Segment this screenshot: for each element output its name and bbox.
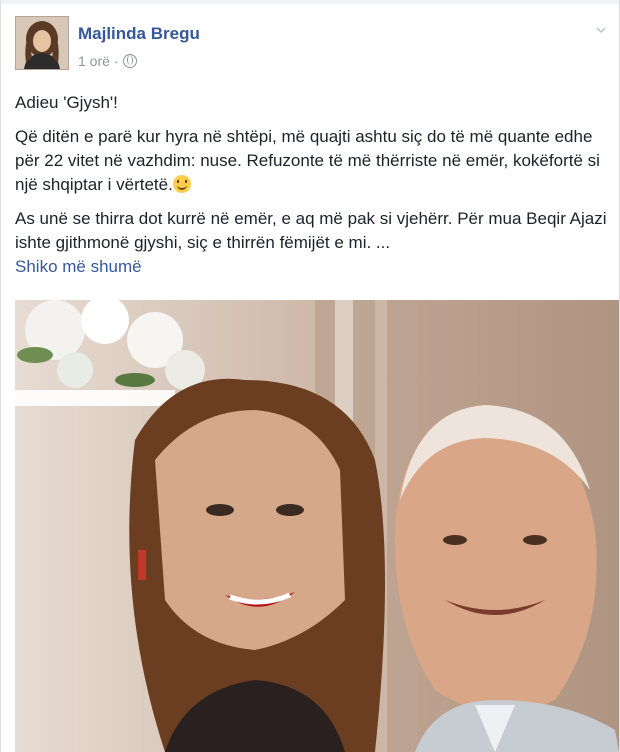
avatar-image	[16, 17, 68, 69]
smile-emoji-icon	[172, 175, 191, 193]
post-card: Majlinda Bregu 1 orë · Adieu 'Gjysh'! Që…	[0, 0, 620, 752]
globe-icon[interactable]	[122, 54, 137, 68]
author-name[interactable]: Majlinda Bregu	[78, 24, 200, 44]
post-header: Majlinda Bregu 1 orë ·	[15, 16, 607, 76]
avatar[interactable]	[15, 16, 69, 70]
top-divider	[1, 0, 619, 4]
photo-image	[15, 300, 619, 752]
post-paragraph: Që ditën e parë kur hyra në shtëpi, më q…	[15, 125, 607, 197]
see-more-link[interactable]: Shiko më shumë	[15, 257, 142, 276]
post-paragraph-text: As unë se thirra dot kurrë në emër, e aq…	[15, 209, 607, 252]
post-paragraph: Adieu 'Gjysh'!	[15, 93, 118, 112]
post-photo[interactable]	[15, 300, 619, 752]
post-paragraph: As unë se thirra dot kurrë në emër, e aq…	[15, 207, 607, 279]
post-time[interactable]: 1 orë	[78, 53, 110, 69]
post-paragraph-text: Që ditën e parë kur hyra në shtëpi, më q…	[15, 127, 600, 194]
post-text: Adieu 'Gjysh'! Që ditën e parë kur hyra …	[15, 91, 607, 279]
meta-separator: ·	[113, 53, 119, 69]
post-meta: 1 orë ·	[78, 53, 137, 69]
chevron-down-icon[interactable]	[595, 24, 607, 36]
